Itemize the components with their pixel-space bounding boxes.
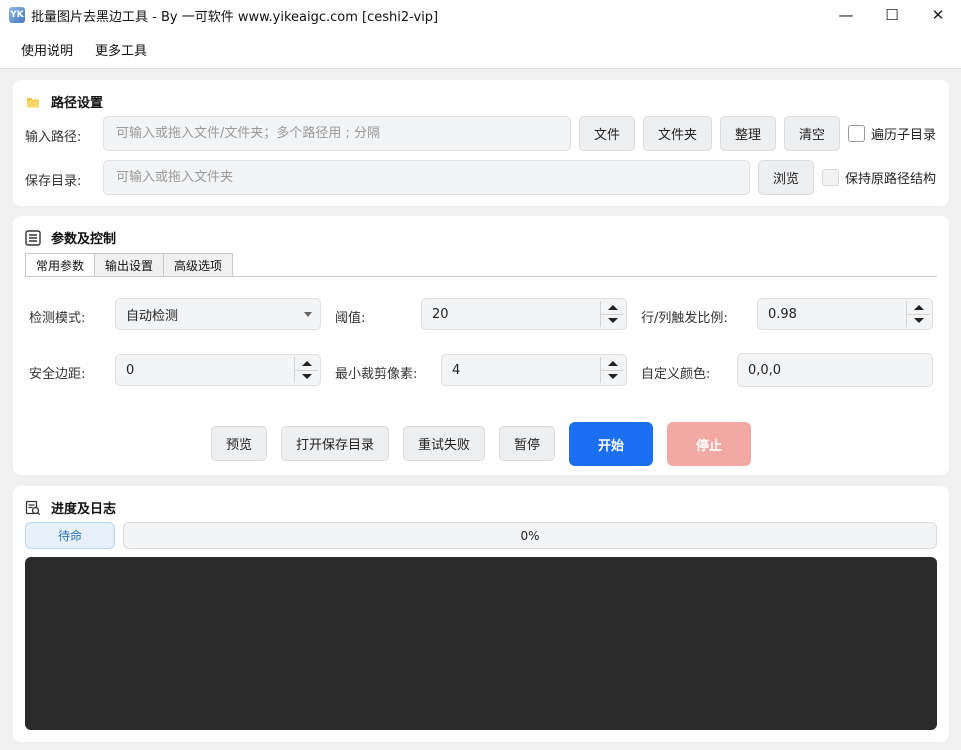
params-panel: 参数及控制 常用参数 输出设置 高级选项 检测模式: 自动检测 阈值: 20 行…: [13, 216, 949, 475]
detect-mode-value: 自动检测: [126, 308, 179, 324]
keep-structure-checkbox[interactable]: [822, 169, 839, 186]
custom-color-value: 0,0,0: [748, 362, 782, 378]
ratio-label: 行/列触发比例:: [641, 311, 728, 326]
title-bar: YK 批量图片去黑边工具 - By 一可软件 www.yikeaigc.com …: [0, 0, 961, 30]
folder-icon: [25, 94, 41, 110]
safe-margin-stepper: [294, 357, 318, 383]
recurse-subdirs-option[interactable]: 遍历子目录: [848, 124, 936, 143]
recurse-subdirs-label: 遍历子目录: [871, 128, 937, 143]
menu-item-more-tools[interactable]: 更多工具: [84, 40, 158, 59]
min-crop-decrement[interactable]: [601, 371, 624, 384]
ratio-decrement[interactable]: [907, 315, 930, 328]
save-dir-label: 保存目录:: [25, 174, 82, 189]
folder-button[interactable]: 文件夹: [643, 116, 712, 151]
pause-button[interactable]: 暂停: [499, 426, 555, 461]
clear-button[interactable]: 清空: [784, 116, 840, 151]
window-controls: — ☐ ✕: [823, 0, 961, 30]
maximize-button[interactable]: ☐: [869, 0, 915, 30]
menu-bar: 使用说明 更多工具: [0, 30, 961, 69]
threshold-spinbox[interactable]: 20: [421, 298, 627, 330]
min-crop-label: 最小裁剪像素:: [335, 367, 418, 382]
input-path-label: 输入路径:: [25, 130, 82, 145]
ratio-increment[interactable]: [907, 301, 930, 315]
preview-button[interactable]: 预览: [211, 426, 267, 461]
path-settings-panel: 路径设置 输入路径: 文件 文件夹 整理 清空 遍历子目录 保存目录: 浏览 保…: [13, 80, 949, 206]
retry-failed-button[interactable]: 重试失败: [403, 426, 485, 461]
list-icon: [25, 229, 41, 246]
detect-mode-select[interactable]: 自动检测: [115, 298, 321, 330]
ratio-spinbox[interactable]: 0.98: [757, 298, 933, 330]
close-button[interactable]: ✕: [915, 0, 961, 30]
arrow-up-icon: [607, 304, 618, 310]
threshold-increment[interactable]: [601, 301, 624, 315]
arrow-down-icon: [607, 374, 618, 380]
log-search-icon: [25, 500, 41, 516]
app-icon: YK: [9, 7, 25, 23]
chevron-down-icon: [304, 312, 312, 317]
input-path-field[interactable]: [103, 116, 571, 151]
arrow-up-icon: [301, 360, 312, 366]
threshold-stepper: [600, 301, 624, 327]
arrow-down-icon: [607, 318, 618, 324]
tab-output-settings[interactable]: 输出设置: [94, 253, 165, 276]
progress-title: 进度及日志: [25, 498, 116, 517]
keep-structure-option: 保持原路径结构: [822, 168, 936, 187]
progress-panel: 进度及日志 待命 0%: [13, 486, 949, 742]
threshold-label: 阈值:: [335, 311, 366, 326]
detect-mode-label: 检测模式:: [29, 311, 86, 326]
organize-button[interactable]: 整理: [720, 116, 776, 151]
arrow-up-icon: [913, 304, 924, 310]
min-crop-spinbox[interactable]: 4: [441, 354, 627, 386]
save-dir-field[interactable]: [103, 160, 750, 195]
ratio-stepper: [906, 301, 930, 327]
threshold-value: 20: [432, 306, 449, 322]
safe-margin-label: 安全边距:: [29, 367, 86, 382]
min-crop-value: 4: [452, 362, 461, 378]
progress-bar: 0%: [123, 522, 937, 549]
arrow-down-icon: [913, 318, 924, 324]
min-crop-increment[interactable]: [601, 357, 624, 371]
tab-divider: [25, 276, 937, 277]
tab-advanced-options[interactable]: 高级选项: [163, 253, 234, 276]
params-title: 参数及控制: [25, 228, 116, 247]
custom-color-input[interactable]: 0,0,0: [737, 353, 933, 387]
window-title: 批量图片去黑边工具 - By 一可软件 www.yikeaigc.com [ce…: [31, 9, 439, 25]
path-settings-title: 路径设置: [25, 92, 103, 111]
file-button[interactable]: 文件: [579, 116, 635, 151]
progress-text: 0%: [520, 528, 540, 543]
safe-margin-decrement[interactable]: [295, 371, 318, 384]
custom-color-label: 自定义颜色:: [641, 367, 711, 382]
arrow-down-icon: [301, 374, 312, 380]
log-output[interactable]: [25, 557, 937, 730]
safe-margin-spinbox[interactable]: 0: [115, 354, 321, 386]
browse-button[interactable]: 浏览: [758, 160, 814, 195]
minimize-button[interactable]: —: [823, 0, 869, 30]
menu-item-help[interactable]: 使用说明: [10, 40, 84, 59]
ratio-value: 0.98: [768, 306, 797, 322]
start-button[interactable]: 开始: [569, 422, 653, 466]
open-save-dir-button[interactable]: 打开保存目录: [281, 426, 389, 461]
min-crop-stepper: [600, 357, 624, 383]
safe-margin-increment[interactable]: [295, 357, 318, 371]
threshold-decrement[interactable]: [601, 315, 624, 328]
keep-structure-label: 保持原路径结构: [845, 172, 937, 187]
tab-common-params[interactable]: 常用参数: [25, 253, 96, 277]
arrow-up-icon: [607, 360, 618, 366]
params-tabs: 常用参数 输出设置 高级选项: [25, 253, 234, 277]
safe-margin-value: 0: [126, 362, 135, 378]
status-badge: 待命: [25, 522, 115, 549]
stop-button[interactable]: 停止: [667, 422, 751, 466]
recurse-subdirs-checkbox[interactable]: [848, 125, 865, 142]
